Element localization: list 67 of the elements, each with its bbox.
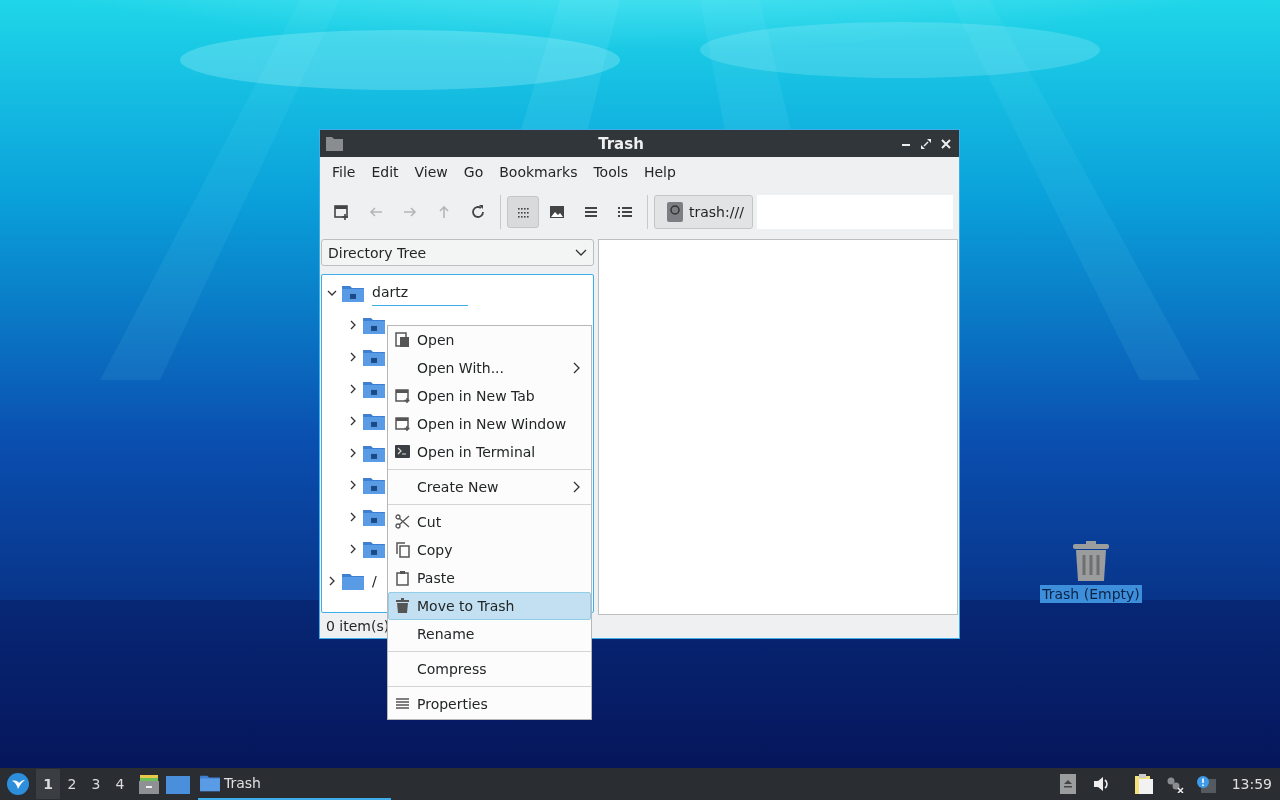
- reload-icon: [469, 203, 487, 221]
- tree-item[interactable]: dartz: [372, 280, 469, 306]
- terminal-icon: [395, 444, 410, 460]
- file-cabinet-icon[interactable]: [138, 773, 160, 795]
- folder-icon: [363, 379, 385, 399]
- folder-icon: [326, 136, 343, 151]
- workspace-button[interactable]: 4: [108, 769, 132, 799]
- folder-icon: [363, 411, 385, 431]
- side-pane-dropdown[interactable]: Directory Tree: [321, 239, 594, 266]
- new-tab-icon: [333, 203, 351, 221]
- clipboard-icon[interactable]: [1133, 773, 1154, 795]
- folder-icon: [363, 475, 385, 495]
- menu-item[interactable]: Create New: [388, 473, 591, 501]
- folder-icon: [363, 347, 385, 367]
- menu-item[interactable]: Open in New Tab: [388, 382, 591, 410]
- menu-item[interactable]: Open: [388, 326, 591, 354]
- folder-icon: [363, 443, 385, 463]
- volume-icon[interactable]: [1091, 775, 1110, 793]
- menu-bar-item[interactable]: Help: [635, 164, 684, 180]
- close-icon[interactable]: [939, 136, 953, 151]
- menu-bar-item[interactable]: File: [324, 164, 364, 180]
- new-window-icon: [395, 416, 410, 432]
- menu-item[interactable]: Move to Trash: [388, 592, 591, 620]
- folder-icon: [363, 315, 385, 335]
- menu-item[interactable]: Compress: [388, 655, 591, 683]
- menu-item[interactable]: Open in New Window: [388, 410, 591, 438]
- menu-bar-item[interactable]: Edit: [363, 164, 407, 180]
- menu-item[interactable]: Copy: [388, 536, 591, 564]
- menu-bar-item[interactable]: Tools: [585, 164, 636, 180]
- image-view-icon: [548, 203, 566, 221]
- properties-icon: [395, 696, 410, 712]
- menu-item[interactable]: Open With...: [388, 354, 591, 382]
- clock[interactable]: 13:59: [1231, 776, 1272, 792]
- clipboard-icon: [395, 570, 410, 586]
- menu-item[interactable]: Cut: [388, 508, 591, 536]
- copy-icon: [395, 542, 410, 558]
- notification-icon[interactable]: [1195, 775, 1216, 793]
- path-button[interactable]: trash:///: [654, 195, 753, 229]
- workspace-button[interactable]: 3: [84, 769, 108, 799]
- window-title: Trash: [597, 134, 645, 153]
- network-disconnected-icon[interactable]: [1165, 775, 1184, 793]
- cut-icon: [395, 514, 410, 530]
- menu-item[interactable]: Open in Terminal: [388, 438, 591, 466]
- caret-icon: [575, 248, 587, 257]
- folder-icon[interactable]: [166, 774, 190, 794]
- folder-icon: [363, 507, 385, 527]
- menu-bar-item[interactable]: Bookmarks: [491, 164, 586, 180]
- menu-bar-item[interactable]: View: [406, 164, 456, 180]
- tree-item[interactable]: /: [372, 573, 377, 589]
- maximize-icon[interactable]: [919, 136, 933, 151]
- trash-can-icon[interactable]: [1073, 540, 1109, 582]
- eject-icon[interactable]: [1059, 774, 1076, 794]
- menu-item[interactable]: Rename: [388, 620, 591, 648]
- start-menu-icon[interactable]: [6, 772, 30, 796]
- workspace-button[interactable]: 2: [60, 769, 84, 799]
- open-icon: [395, 332, 410, 348]
- desktop-icon-label[interactable]: Trash (Empty): [1040, 585, 1142, 603]
- menu-bar-item[interactable]: Go: [455, 164, 492, 180]
- status-text: 0 item(s): [326, 618, 390, 634]
- workspace-button[interactable]: 1: [36, 769, 60, 799]
- folder-icon: [363, 539, 385, 559]
- taskbar-task[interactable]: Trash: [198, 768, 391, 800]
- menu-item[interactable]: Paste: [388, 564, 591, 592]
- folder-icon: [200, 774, 220, 792]
- folder-icon: [342, 571, 364, 591]
- new-tab-icon: [395, 388, 410, 404]
- menu-item[interactable]: Properties: [388, 690, 591, 718]
